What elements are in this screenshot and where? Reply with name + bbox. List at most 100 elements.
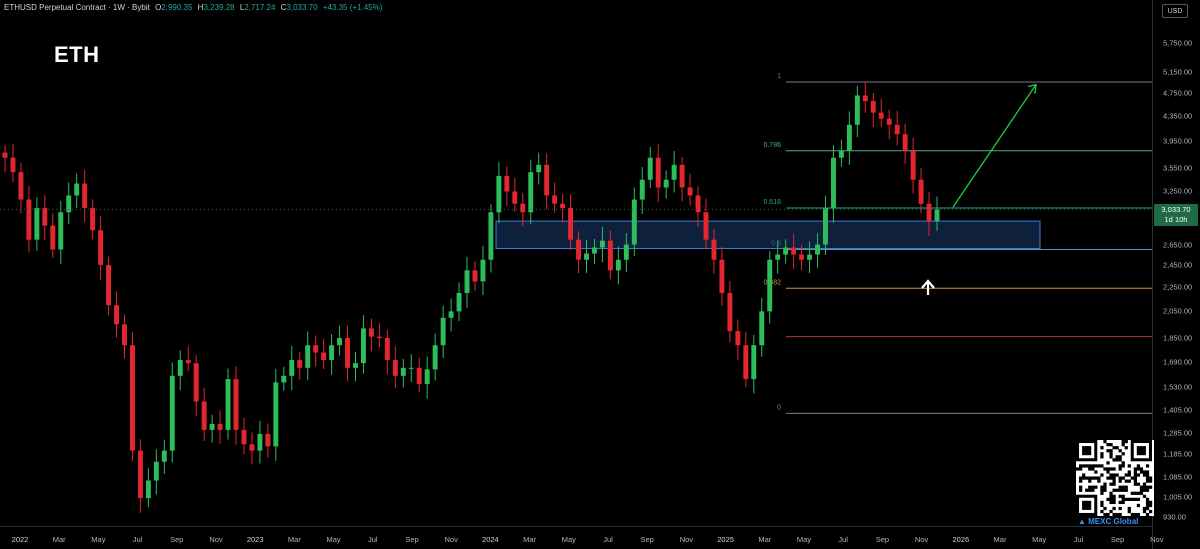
- bar-countdown: 1d 10h: [1164, 215, 1188, 224]
- candle-body: [862, 95, 868, 102]
- fib-level-label: 0.618: [763, 199, 781, 206]
- candle-body: [233, 379, 239, 430]
- candle-body: [241, 429, 247, 445]
- candle-body: [743, 345, 749, 380]
- price-tick-label: 2,450.00: [1163, 260, 1193, 270]
- candle-body: [719, 259, 725, 293]
- candle-body: [448, 311, 454, 318]
- candle-body: [217, 423, 223, 430]
- candle-body: [472, 270, 478, 282]
- candle-body: [838, 150, 844, 158]
- symbol-label[interactable]: ETHUSD Perpetual Contract · 1W · Bybit: [4, 3, 150, 12]
- time-tick-label: 2024: [482, 535, 499, 544]
- candle-body: [225, 379, 231, 430]
- candle-body: [639, 179, 645, 200]
- time-tick-label: Nov: [679, 535, 694, 544]
- qr-code-icon: [1076, 440, 1154, 516]
- candle-body: [257, 433, 263, 451]
- price-tick-label: 4,750.00: [1163, 88, 1193, 98]
- time-tick-label: Jul: [132, 535, 143, 544]
- time-tick-label: Mar: [52, 535, 66, 544]
- candle-body: [424, 369, 430, 385]
- price-tick-label: 1,850.00: [1163, 333, 1193, 343]
- candle-body: [209, 423, 215, 430]
- candle-body: [926, 203, 932, 222]
- candle-body: [122, 324, 127, 346]
- price-tick-label: 3,550.00: [1163, 163, 1193, 173]
- time-tick-label: 2022: [11, 535, 29, 544]
- candle-body: [512, 191, 518, 204]
- price-tick-label: 3,950.00: [1163, 136, 1193, 146]
- candle-body: [265, 433, 271, 447]
- price-chart-canvas[interactable]: 10.7860.6180.50.3820: [0, 0, 1152, 526]
- candle-body: [536, 164, 542, 173]
- price-tick-label: 3,250.00: [1163, 186, 1193, 196]
- price-axis[interactable]: 5,750.00 5,150.00 4,750.00 4,350.00 3,950.00…: [1152, 0, 1200, 549]
- candle-body: [504, 175, 510, 192]
- candle-body: [169, 375, 175, 451]
- candle-body: [528, 172, 534, 213]
- time-tick-label: Mar: [287, 535, 301, 544]
- candle-body: [799, 254, 805, 260]
- candle-body: [50, 225, 56, 250]
- price-tick-label: 1,005.00: [1163, 492, 1193, 502]
- candle-body: [910, 150, 916, 180]
- candle-body: [360, 328, 366, 364]
- time-tick-label: Jul: [603, 535, 613, 544]
- candle-body: [98, 230, 104, 265]
- candle-body: [368, 328, 374, 337]
- candle-body: [815, 244, 820, 255]
- chart-window[interactable]: 10.7860.6180.50.3820 ETHUSD Perpetual Co…: [0, 0, 1200, 549]
- fib-level-label: 1: [777, 73, 781, 80]
- time-tick-label: May: [91, 535, 106, 544]
- candle-body: [153, 461, 159, 481]
- candle-body: [440, 317, 446, 346]
- candle-body: [480, 259, 486, 282]
- time-tick-label: 2025: [717, 535, 734, 544]
- time-tick-label: May: [796, 535, 812, 544]
- current-price-badge: 3,033.70 1d 10h: [1154, 204, 1198, 226]
- time-axis[interactable]: 2022 Mar May Jul Sep Nov 2023 Mar May Jul Sep Nov 20…: [0, 526, 1163, 549]
- candle-body: [337, 338, 343, 346]
- time-tick-label: Jul: [368, 535, 378, 544]
- candle-body: [329, 345, 335, 361]
- candle-body: [353, 363, 358, 368]
- candlestick-series: [2, 81, 940, 513]
- candle-body: [456, 292, 462, 312]
- candle-body: [114, 305, 119, 325]
- candle-body: [42, 207, 48, 226]
- candle-body: [90, 207, 96, 231]
- candle-body: [408, 367, 414, 369]
- candle-body: [791, 247, 797, 255]
- projection-arrow[interactable]: [952, 83, 1037, 208]
- time-tick-label: Nov: [1150, 535, 1164, 544]
- chart-title: ETH: [54, 42, 100, 67]
- candle-body: [783, 247, 789, 255]
- candle-body: [321, 352, 327, 361]
- candle-body: [201, 401, 207, 430]
- candle-body: [10, 157, 16, 173]
- price-tick-label: 1,185.00: [1163, 449, 1193, 459]
- candle-body: [703, 212, 709, 240]
- price-tick-label: 2,650.00: [1163, 240, 1193, 250]
- candle-body: [759, 311, 765, 346]
- candle-body: [281, 375, 287, 383]
- candle-body: [615, 259, 621, 271]
- candle-body: [807, 254, 813, 260]
- candle-body: [886, 118, 892, 125]
- time-tick-label: Sep: [170, 535, 184, 544]
- time-tick-label: Sep: [640, 535, 654, 544]
- candle-body: [400, 367, 406, 376]
- low-value: 2,717.24: [244, 3, 276, 12]
- time-tick-label: 2023: [246, 535, 264, 544]
- fib-level-label: 0.382: [763, 279, 781, 286]
- current-price-value: 3,033.70: [1161, 205, 1191, 214]
- currency-button[interactable]: USD: [1162, 4, 1188, 18]
- candle-body: [584, 253, 589, 260]
- candle-body: [249, 444, 255, 451]
- candle-body: [623, 244, 629, 260]
- candle-body: [568, 207, 574, 240]
- high-value: 3,239.28: [203, 3, 235, 12]
- fib-level-label: 0: [777, 404, 781, 411]
- candle-body: [711, 239, 717, 260]
